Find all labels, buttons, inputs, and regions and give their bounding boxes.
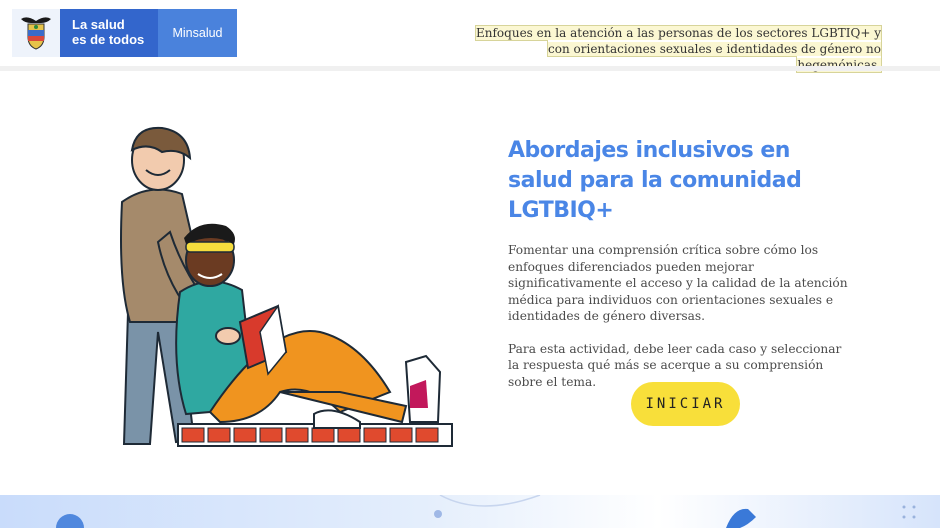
start-button[interactable]: INICIAR xyxy=(631,382,740,426)
page-heading: Abordajes inclusivos en salud para la co… xyxy=(508,138,802,223)
two-people-reading-illustration xyxy=(110,122,460,452)
brand-main: La salud es de todos xyxy=(60,9,158,57)
site-header: La salud es de todos Minsalud Enfoques e… xyxy=(0,0,940,73)
brand-line2: es de todos xyxy=(72,32,145,47)
header-divider xyxy=(0,66,940,71)
intro-panel: Abordajes inclusivos en salud para la co… xyxy=(508,136,848,390)
intro-paragraph: Fomentar una comprensión crítica sobre c… xyxy=(508,243,848,323)
brand-line1: La salud xyxy=(72,17,125,32)
colombia-coat-of-arms-icon xyxy=(12,9,60,57)
page: La salud es de todos Minsalud Enfoques e… xyxy=(0,0,940,528)
footer-decoration xyxy=(0,495,940,528)
minsalud-logo[interactable]: La salud es de todos Minsalud xyxy=(12,9,237,57)
brand-sub: Minsalud xyxy=(158,9,237,57)
